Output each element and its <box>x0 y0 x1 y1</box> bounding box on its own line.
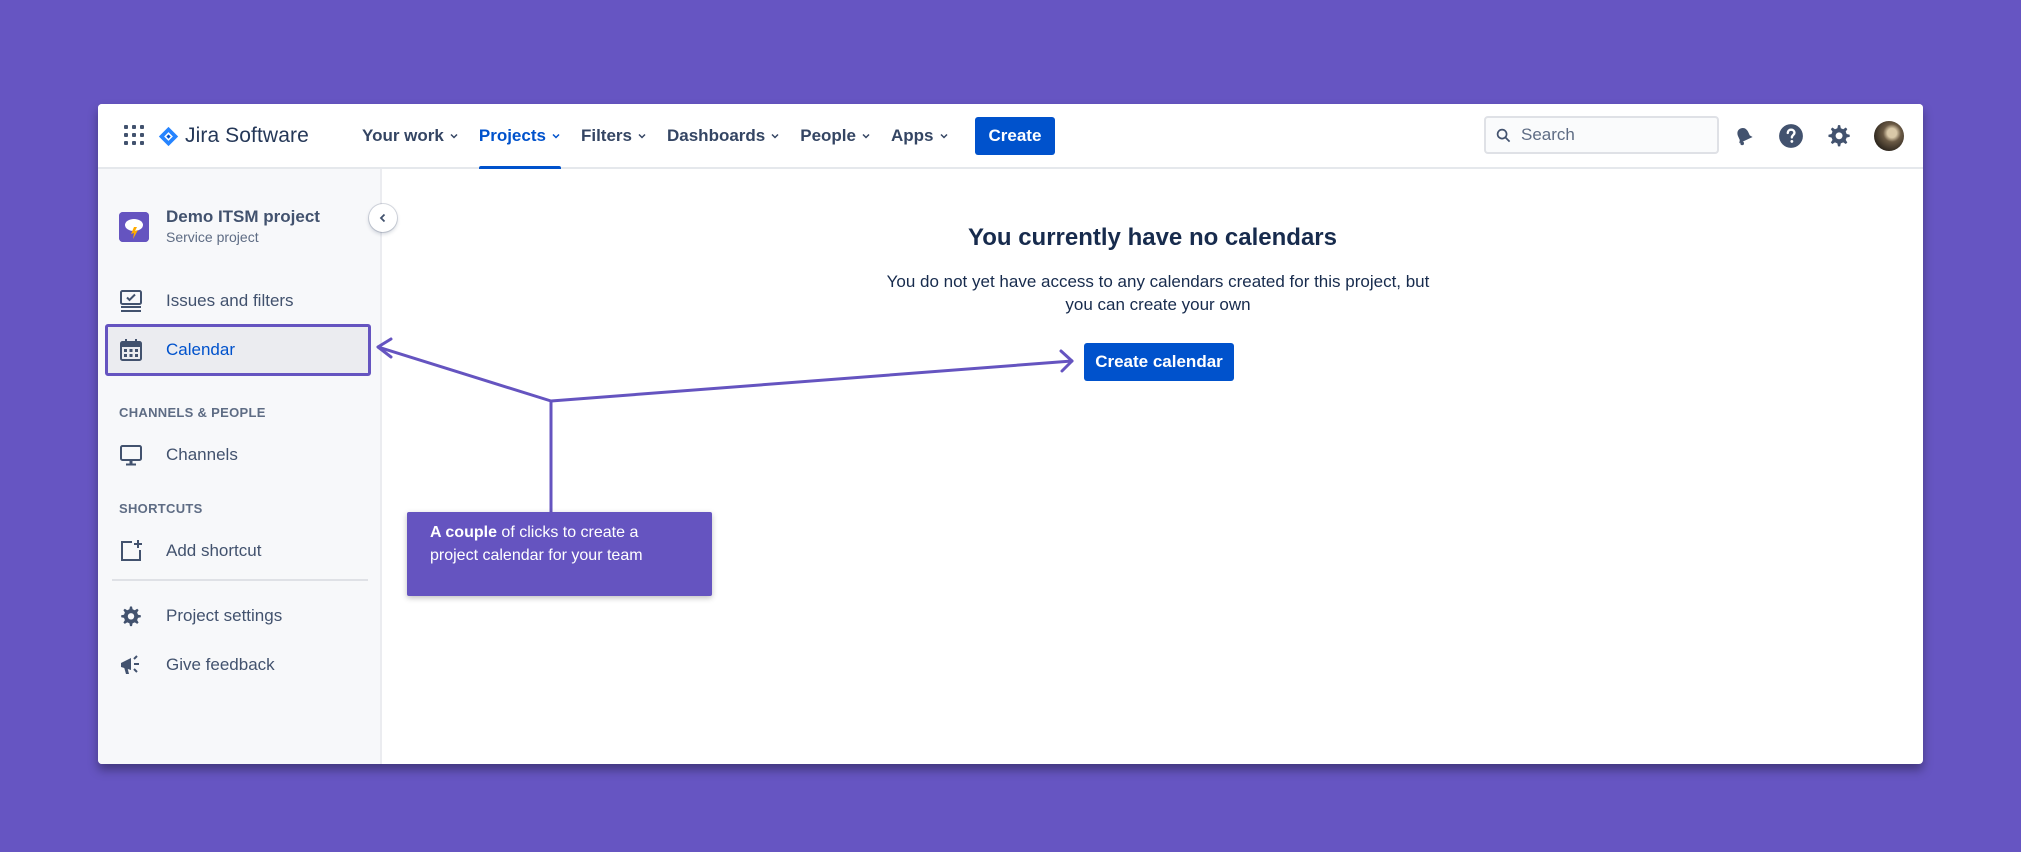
primary-nav: Your work Projects Filters Dashboards Pe… <box>352 104 1056 169</box>
nav-people[interactable]: People <box>790 104 881 167</box>
channels-heading: CHANNELS & PEOPLE <box>119 405 266 420</box>
nav-dashboards[interactable]: Dashboards <box>657 104 790 167</box>
sidebar-item-issues[interactable]: Issues and filters <box>105 277 371 325</box>
empty-state-title: You currently have no calendars <box>967 224 1337 251</box>
shortcuts-heading: SHORTCUTS <box>119 501 203 516</box>
nav-label: Projects <box>478 125 546 145</box>
chevron-down-icon <box>939 133 948 139</box>
chevron-down-icon <box>862 133 870 139</box>
jira-logo-icon <box>158 126 179 146</box>
nav-label: Apps <box>891 125 934 145</box>
megaphone-icon <box>119 653 143 677</box>
sidebar-item-give-feedback[interactable]: Give feedback <box>105 641 371 689</box>
brand-name: Jira Software <box>185 124 309 147</box>
nav-your-work[interactable]: Your work <box>352 104 469 167</box>
annotation-callout: A couple of clicks to create a project c… <box>407 512 712 596</box>
settings-icon <box>119 604 143 628</box>
sidebar-item-calendar[interactable]: Calendar <box>105 324 371 376</box>
sidebar-item-add-shortcut[interactable]: Add shortcut <box>105 527 371 575</box>
chevron-down-icon <box>638 133 646 139</box>
project-avatar-icon <box>119 212 149 242</box>
collapse-sidebar-button[interactable] <box>369 204 397 232</box>
monitor-icon <box>119 443 143 467</box>
sidebar-item-label: Issues and filters <box>166 291 294 310</box>
sidebar-item-label: Calendar <box>166 340 235 359</box>
nav-label: People <box>800 125 856 145</box>
help-icon[interactable] <box>1777 122 1805 150</box>
app-window: Jira Software Your work Projects Filters… <box>98 104 1923 764</box>
nav-filters[interactable]: Filters <box>571 104 657 167</box>
settings-icon[interactable] <box>1824 122 1852 150</box>
sidebar-item-channels[interactable]: Channels <box>105 431 371 479</box>
profile-avatar[interactable] <box>1874 121 1904 151</box>
chevron-down-icon <box>450 133 458 139</box>
notifications-icon[interactable] <box>1730 122 1758 150</box>
create-button[interactable]: Create <box>974 116 1056 155</box>
chevron-down-icon <box>771 133 779 139</box>
create-calendar-button[interactable]: Create calendar <box>1084 343 1234 381</box>
project-name[interactable]: Demo ITSM project <box>166 207 320 227</box>
search-input[interactable] <box>1521 125 1701 145</box>
sidebar-item-label: Give feedback <box>166 655 275 674</box>
add-shortcut-icon <box>119 539 143 563</box>
sidebar-divider <box>112 579 368 581</box>
sidebar-item-project-settings[interactable]: Project settings <box>105 592 371 640</box>
nav-label: Your work <box>362 125 444 145</box>
calendar-icon <box>119 338 143 362</box>
sidebar-item-label: Project settings <box>166 606 283 625</box>
sidebar-item-label: Add shortcut <box>166 541 262 560</box>
callout-bold: A couple <box>430 524 497 541</box>
nav-label: Filters <box>580 125 632 145</box>
chevron-left-icon <box>379 213 386 223</box>
project-sidebar: Demo ITSM project Service project Issues… <box>98 169 382 764</box>
empty-state-description: You do not yet have access to any calend… <box>886 272 1430 314</box>
search-icon <box>1496 128 1511 142</box>
search-box[interactable] <box>1484 116 1719 154</box>
nav-label: Dashboards <box>667 125 766 145</box>
jira-logo[interactable]: Jira Software <box>158 121 309 151</box>
issues-icon <box>119 289 143 313</box>
sidebar-item-label: Channels <box>166 445 238 464</box>
nav-projects[interactable]: Projects <box>469 104 571 169</box>
chevron-down-icon <box>552 133 560 139</box>
project-type: Service project <box>166 229 259 245</box>
app-switcher-icon[interactable] <box>124 125 144 145</box>
top-navigation: Jira Software Your work Projects Filters… <box>98 104 1923 169</box>
nav-apps[interactable]: Apps <box>881 104 959 167</box>
